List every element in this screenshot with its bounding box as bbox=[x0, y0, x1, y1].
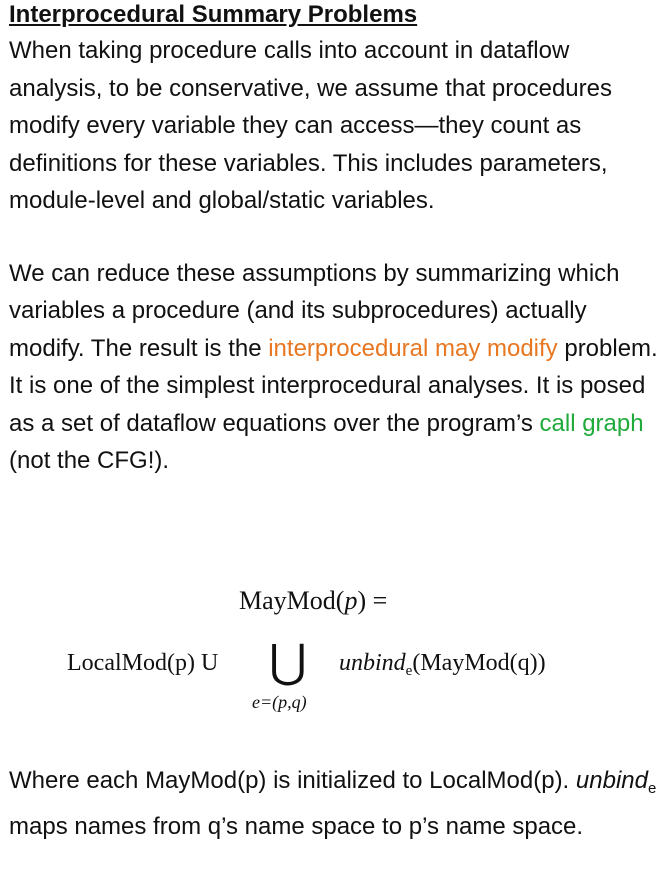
paragraph-initialization: Where each MayMod(p) is initialized to L… bbox=[9, 762, 659, 845]
page-title: Interprocedural Summary Problems bbox=[9, 1, 418, 28]
term-call-graph: call graph bbox=[539, 409, 644, 437]
equation-rhs: unbinde(MayMod(q)) bbox=[339, 650, 546, 680]
paragraph-intro: When taking procedure calls into account… bbox=[9, 37, 612, 214]
document-page: Interprocedural Summary Problems When ta… bbox=[9, 0, 659, 840]
equation-lhs-var: p bbox=[344, 586, 358, 615]
term-unbind-subscript: e bbox=[647, 780, 657, 797]
equation-lhs-name: MayMod( bbox=[239, 586, 345, 615]
equation-lhs-close: ) = bbox=[357, 586, 388, 615]
term-unbind: unbind bbox=[575, 767, 648, 794]
equation-lhs: MayMod(p) = bbox=[239, 586, 387, 616]
term-interprocedural-may-modify: interprocedural may modify bbox=[268, 334, 558, 362]
union-operator-icon: ⋃ bbox=[269, 634, 307, 688]
equation-unbind: unbind bbox=[339, 650, 406, 676]
paragraph-init-text-b: maps names from q’s name space to p’s na… bbox=[9, 812, 584, 840]
paragraph-maymod-text-c: (not the CFG!). bbox=[9, 447, 170, 474]
equation-localmod: LocalMod(p) U bbox=[67, 650, 219, 676]
paragraph-maymod: We can reduce these assumptions by summa… bbox=[9, 255, 659, 480]
maymod-equation: MayMod(p) = LocalMod(p) U ⋃ e=(p,q) unbi… bbox=[9, 580, 659, 720]
union-subscript: e=(p,q) bbox=[252, 692, 307, 712]
paragraph-init-text-a: Where each MayMod(p) is initialized to L… bbox=[9, 767, 576, 794]
equation-rhs-term: (MayMod(q)) bbox=[412, 650, 546, 676]
